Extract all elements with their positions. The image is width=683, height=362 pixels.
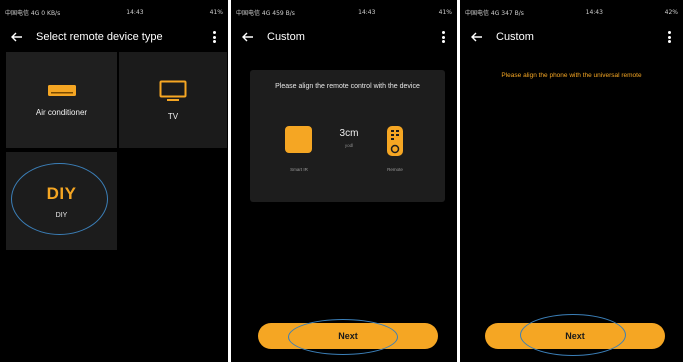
smart-ir-icon (285, 126, 312, 153)
status-battery: 41% (209, 8, 223, 16)
page-title: Custom (496, 31, 534, 43)
device-tile-air-conditioner[interactable]: Air conditioner (6, 52, 117, 148)
app-bar: Custom (231, 24, 457, 50)
status-network: 中国电信 4G 0 KB/s (5, 9, 61, 17)
device-label: Air conditioner (35, 107, 88, 117)
back-arrow-icon[interactable] (10, 30, 24, 44)
status-time: 14:43 (585, 8, 603, 16)
screen-custom-align-phone: 中国电信 4G 347 B/s 14:43 42% Custom Please … (460, 0, 683, 362)
remote-label: Remote (387, 167, 403, 172)
smart-ir-label: Smart IR (290, 167, 308, 172)
app-bar: Custom (460, 24, 683, 50)
status-bar: 中国电信 4G 459 B/s 14:43 41% (231, 0, 457, 24)
tv-icon (159, 80, 187, 101)
status-battery: 42% (664, 8, 678, 16)
status-bar: 中国电信 4G 0 KB/s 14:43 41% (0, 0, 228, 24)
back-arrow-icon[interactable] (470, 30, 484, 44)
page-title: Custom (267, 31, 305, 43)
status-network: 中国电信 4G 347 B/s (465, 9, 524, 17)
screen-select-device-type: 中国电信 4G 0 KB/s 14:43 41% Select remote d… (0, 0, 228, 362)
alignment-instruction: Please align the phone with the universa… (501, 72, 642, 79)
air-conditioner-icon (47, 84, 76, 96)
back-arrow-icon[interactable] (241, 30, 255, 44)
highlight-ring (11, 163, 108, 235)
remote-control-icon (387, 126, 403, 156)
status-time: 14:43 (358, 8, 376, 16)
distance-value: 3cm (339, 128, 359, 139)
alignment-card: Please align the remote control with the… (250, 70, 445, 202)
app-bar: Select remote device type (0, 24, 228, 50)
status-network: 中国电信 4G 459 B/s (236, 9, 295, 17)
highlight-ring (288, 319, 398, 355)
screen-custom-align-remote: 中国电信 4G 459 B/s 14:43 41% Custom Please … (231, 0, 457, 362)
alignment-instruction: Please align the remote control with the… (275, 83, 420, 90)
status-bar: 中国电信 4G 347 B/s 14:43 42% (460, 0, 683, 24)
page-title: Select remote device type (36, 31, 163, 43)
device-label: TV (167, 111, 179, 121)
device-tile-tv[interactable]: TV (119, 52, 227, 148)
more-menu-icon[interactable] (210, 29, 218, 45)
distance-sublabel: yodl (344, 143, 354, 148)
status-time: 14:43 (126, 8, 144, 16)
status-battery: 41% (438, 8, 452, 16)
more-menu-icon[interactable] (439, 29, 447, 45)
highlight-ring (520, 314, 626, 356)
more-menu-icon[interactable] (665, 29, 673, 45)
